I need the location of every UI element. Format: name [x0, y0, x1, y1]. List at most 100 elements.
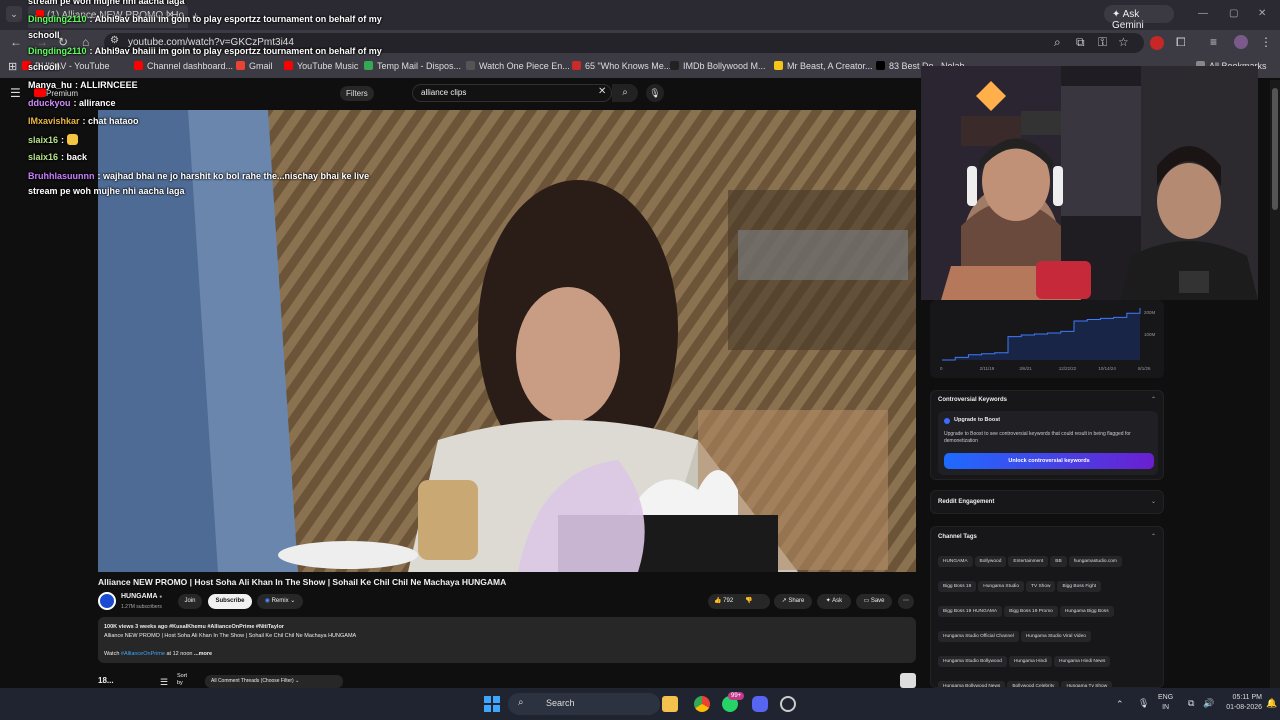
channel-avatar[interactable] [98, 592, 116, 610]
minimize-icon[interactable]: — [1198, 8, 1208, 19]
tab-search-icon[interactable]: ⌄ [6, 6, 22, 22]
channel-tag[interactable]: Bigg Boss Fight [1057, 581, 1102, 592]
reading-list-icon[interactable]: ≡ [1210, 35, 1217, 49]
site-info-icon[interactable]: ⚙ [110, 35, 119, 46]
zoom-icon[interactable]: ⌕ [1054, 35, 1061, 50]
bookmark-label: 65 "Who Knows Me... [585, 61, 672, 71]
channel-tag[interactable]: Hungama Studio Official Channel [938, 631, 1019, 642]
join-button[interactable]: Join [178, 594, 202, 609]
ask-gemini-button[interactable]: ✦ Ask Gemini [1104, 5, 1174, 31]
ask-button[interactable]: ✦ Ask [817, 594, 851, 609]
bookmark-item[interactable]: IMDb Bollywood M... [670, 61, 766, 71]
channel-tag[interactable]: Hungama Studio [978, 581, 1025, 592]
volume-icon[interactable]: 🔊 [1203, 698, 1214, 709]
discord-icon[interactable] [752, 696, 768, 712]
reddit-engagement-card[interactable]: Reddit Engagement ⌄ [930, 490, 1164, 514]
steam-icon[interactable] [780, 696, 796, 712]
channel-tag[interactable]: hungamastudio.com [1068, 556, 1122, 567]
webcam-overlay [921, 66, 1258, 300]
channel-tag[interactable]: Hungama Studio Viral Video [1020, 631, 1091, 642]
bookmark-item[interactable]: 65 "Who Knows Me... [572, 61, 671, 71]
password-key-icon[interactable]: ⚿ [1098, 35, 1107, 50]
gemini-icon: ✦ [1112, 9, 1123, 20]
bookmark-item[interactable]: Temp Mail - Dispos... [364, 61, 461, 71]
channel-tag[interactable]: Hungama Bollywood News [938, 681, 1006, 687]
remix-button[interactable]: ◉ Remix ⌄ [257, 594, 303, 609]
subscribe-button[interactable]: Subscribe [208, 594, 252, 609]
channel-tag[interactable]: Bigg Boss 19 [938, 581, 977, 592]
maximize-icon[interactable]: ▢ [1229, 8, 1238, 19]
cast-icon[interactable]: ⧉ [1076, 35, 1085, 50]
share-button[interactable]: ↗ Share [774, 594, 812, 609]
channel-tag[interactable]: Bollywood [974, 556, 1007, 567]
extension-icon[interactable] [1150, 36, 1164, 50]
clock[interactable]: 05:11 PM 01-08-2026 [1222, 693, 1262, 713]
more-link[interactable]: ...more [194, 651, 212, 657]
language-indicator[interactable]: ENG IN [1158, 693, 1173, 713]
channel-tag[interactable]: TV Show [1026, 581, 1056, 592]
channel-tag[interactable]: HUNGAMA [938, 556, 973, 567]
description-box[interactable]: 100K views 3 weeks ago #KusalKhemu #Alli… [98, 617, 916, 663]
sort-icon[interactable]: ☰ [160, 677, 168, 688]
channel-tag[interactable]: Hungama Studio Bollywood [938, 656, 1007, 667]
notification-bell-icon[interactable]: 🔔 [1266, 698, 1277, 709]
bookmark-label: Gmail [249, 61, 273, 71]
channel-tag[interactable]: BB [1050, 556, 1067, 567]
channel-tag[interactable]: Entertainment [1008, 556, 1049, 567]
windows-start-icon[interactable] [484, 696, 500, 712]
show-hidden-icons-icon[interactable]: ⌃ [1116, 699, 1124, 710]
microphone-tray-icon[interactable]: 🎙 [1138, 698, 1149, 709]
bookmark-label: IMDb Bollywood M... [683, 61, 766, 71]
channel-tag[interactable]: Hungama Bigg Boss [1059, 606, 1114, 617]
chat-text: : [61, 135, 65, 145]
back-icon[interactable]: ← [10, 35, 22, 49]
more-actions-icon[interactable]: ⋯ [898, 594, 914, 609]
bookmark-label: Channel dashboard... [147, 61, 234, 71]
collapse-chevron-icon[interactable]: ⌃ [1151, 396, 1156, 403]
clear-search-icon[interactable]: ✕ [598, 86, 606, 97]
hashtag-link[interactable]: #AllianceOnPrime [121, 651, 165, 657]
search-input[interactable]: alliance clips [412, 84, 612, 102]
bookmark-item[interactable]: Channel dashboard... [134, 61, 233, 71]
hamburger-menu-icon[interactable]: ☰ [10, 86, 21, 100]
like-icon[interactable]: 👍 [714, 598, 723, 604]
bookmark-favicon-icon [236, 61, 245, 70]
chat-text: : Abhi9av bhaiii im goin to play esportz… [89, 14, 382, 24]
dislike-icon[interactable]: 👎 [745, 598, 752, 604]
bookmark-item[interactable]: YouTube Music [284, 61, 358, 71]
profile-avatar[interactable] [1234, 35, 1248, 49]
save-button[interactable]: ▭ Save [856, 594, 892, 609]
channel-name[interactable]: HUNGAMA ● [121, 593, 162, 600]
browser-menu-icon[interactable]: ⋮ [1260, 35, 1272, 49]
bookmark-item[interactable]: Gmail [236, 61, 273, 71]
collapse-chevron-icon[interactable]: ⌃ [1151, 533, 1156, 540]
channel-tag[interactable]: Hungama Tv Show [1061, 681, 1113, 687]
file-explorer-icon[interactable] [662, 696, 678, 712]
chat-text: : back [61, 152, 88, 162]
extensions-puzzle-icon[interactable]: ⧠ [1176, 35, 1186, 50]
microphone-icon[interactable]: 🎙 [646, 84, 664, 102]
channel-tag[interactable]: Bigg Boss 19 Promo [1004, 606, 1058, 617]
comments-count: 18... [98, 676, 114, 685]
apps-grid-icon[interactable]: ⊞ [8, 60, 17, 73]
filters-button[interactable]: Filters [340, 86, 374, 101]
chrome-icon[interactable] [694, 696, 710, 712]
bookmark-star-icon[interactable]: ☆ [1118, 35, 1129, 49]
sort-by-button[interactable]: Sort by [177, 673, 191, 687]
unlock-keywords-button[interactable]: Unlock controversial keywords [944, 453, 1154, 469]
save-label: Save [870, 598, 885, 604]
bookmark-item[interactable]: Watch One Piece En... [466, 61, 570, 71]
channel-tag[interactable]: Bigg Boss 19 HUNGAMA [938, 606, 1003, 617]
expand-chevron-icon[interactable]: ⌄ [1151, 498, 1156, 505]
taskbar-search[interactable]: Search [508, 693, 660, 715]
scrollbar-thumb[interactable] [1272, 88, 1278, 210]
search-icon[interactable]: ⌕ [612, 84, 638, 102]
bookmark-label: YouTube Music [297, 61, 359, 71]
channel-tag[interactable]: Hungama Hindi [1008, 656, 1053, 667]
close-window-icon[interactable]: ✕ [1258, 8, 1266, 19]
channel-tag[interactable]: Bollywood Celebrity [1007, 681, 1060, 687]
bookmark-item[interactable]: Mr Beast, A Creator... [774, 61, 873, 71]
comment-filter-select[interactable]: All Comment Threads (Choose Filter) ⌄ [205, 675, 343, 688]
network-icon[interactable]: ⧉ [1188, 698, 1194, 709]
channel-tag[interactable]: Hungama Hindi News [1054, 656, 1111, 667]
